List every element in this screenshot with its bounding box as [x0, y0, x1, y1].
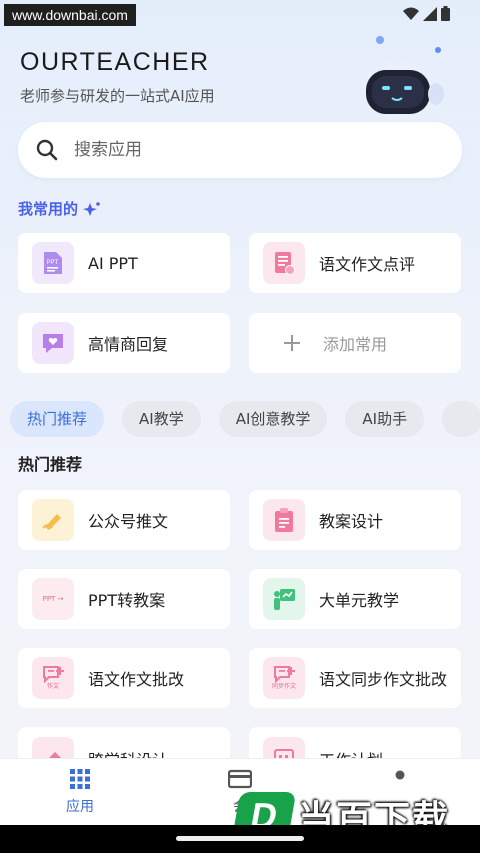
- fav-card-label: 语文作文点评: [319, 255, 416, 274]
- hot-card-wechat-post[interactable]: 公众号推文: [18, 490, 230, 550]
- hot-card-label: 公众号推文: [88, 512, 169, 531]
- svg-text:PPT: PPT: [47, 260, 59, 266]
- tab-ai-teaching[interactable]: AI教学: [122, 401, 201, 437]
- home-gesture-bar[interactable]: [176, 836, 304, 841]
- card-icon: [227, 769, 253, 789]
- fav-card-label: 高情商回复: [88, 335, 169, 354]
- add-favorite-button[interactable]: 添加常用: [249, 313, 461, 373]
- hot-card-label: 教案设计: [319, 512, 384, 531]
- status-icons: [403, 6, 450, 21]
- nav-apps[interactable]: 应用: [40, 769, 120, 816]
- hot-card-label: 语文同步作文批改: [319, 670, 448, 689]
- search-icon: [36, 139, 58, 161]
- favorites-title-text: 我常用的: [18, 200, 79, 218]
- essay-review-icon: [263, 242, 305, 284]
- hot-card-essay-correct[interactable]: 作文 语文作文批改: [18, 648, 230, 708]
- hot-section-title: 热门推荐: [18, 455, 83, 474]
- header: OURTEACHER 老师参与研发的一站式AI应用: [20, 48, 215, 106]
- ppt-to-plan-icon-text: PPT →: [42, 595, 64, 603]
- battery-icon: [441, 6, 450, 21]
- grid-apps-icon: [70, 769, 90, 789]
- sparkle-icon: [83, 201, 100, 216]
- brand-tagline: 老师参与研发的一站式AI应用: [20, 87, 215, 105]
- tab-more-partial[interactable]: [442, 401, 480, 437]
- fav-card-label: AI PPT: [88, 253, 138, 273]
- watermark-site-url: www.downbai.com: [4, 4, 136, 26]
- hot-card-label: 语文作文批改: [88, 670, 185, 689]
- plus-icon: [284, 335, 300, 351]
- ppt-doc-icon: PPT: [32, 242, 74, 284]
- chat-heart-icon: [32, 322, 74, 364]
- brand-title: OURTEACHER: [20, 48, 210, 76]
- add-favorite-label: 添加常用: [323, 335, 388, 354]
- fav-card-ai-ppt[interactable]: PPT AI PPT: [18, 233, 230, 293]
- hot-card-sync-essay[interactable]: 同步作文 语文同步作文批改: [249, 648, 461, 708]
- tab-ai-creative-teaching[interactable]: AI创意教学: [218, 401, 328, 437]
- hot-card-big-unit[interactable]: 大单元教学: [249, 569, 461, 629]
- robot-mascot-icon: [362, 36, 444, 120]
- fav-card-essay-review[interactable]: 语文作文点评: [249, 233, 461, 293]
- essay-correct-icon-text: 作文: [46, 683, 59, 690]
- sync-essay-icon-text: 同步作文: [271, 683, 296, 690]
- tab-hot[interactable]: 热门推荐: [10, 401, 105, 437]
- hot-card-label: PPT转教案: [88, 591, 166, 610]
- search-input[interactable]: [74, 140, 374, 160]
- ppt-to-plan-icon: PPT →: [32, 578, 74, 620]
- fav-card-eq-reply[interactable]: 高情商回复: [18, 313, 230, 373]
- sync-essay-icon: 同步作文: [263, 657, 305, 699]
- status-bar: www.downbai.com: [0, 0, 480, 30]
- signal-icon: [423, 6, 437, 21]
- tab-ai-assistant[interactable]: AI助手: [345, 401, 425, 437]
- teacher-board-icon: [263, 578, 305, 620]
- category-tabs: 热门推荐 AI教学 AI创意教学 AI助手: [10, 401, 480, 437]
- nav-apps-label: 应用: [66, 799, 94, 815]
- wifi-icon: [403, 7, 419, 20]
- hot-card-ppt-to-plan[interactable]: PPT → PPT转教案: [18, 569, 230, 629]
- essay-correct-icon: 作文: [32, 657, 74, 699]
- hot-card-lesson-plan[interactable]: 教案设计: [249, 490, 461, 550]
- favorites-title: 我常用的: [18, 198, 102, 219]
- hot-card-label: 大单元教学: [319, 591, 400, 610]
- user-icon: [395, 770, 405, 780]
- clipboard-icon: [263, 499, 305, 541]
- pen-write-icon: [32, 499, 74, 541]
- search-bar[interactable]: [18, 122, 462, 178]
